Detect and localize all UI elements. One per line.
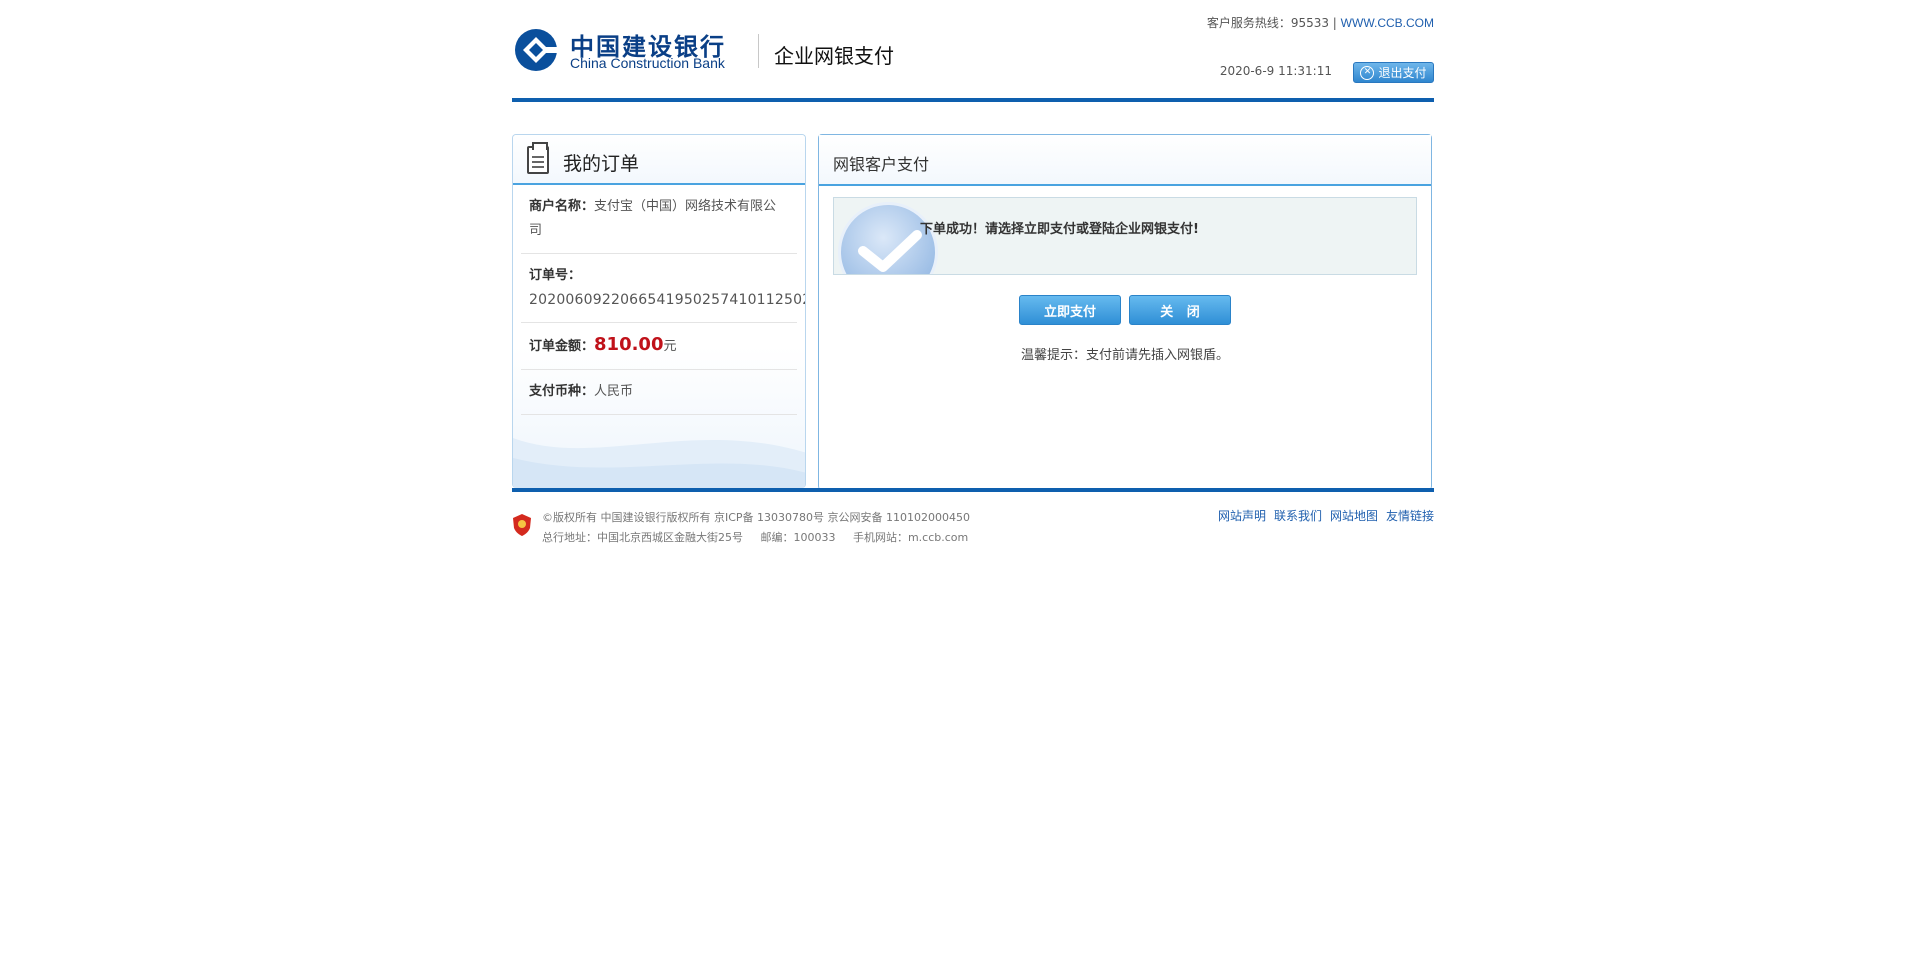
checkmark-icon <box>838 202 938 274</box>
footer-link-statement[interactable]: 网站声明 <box>1218 507 1266 524</box>
footer-link-contact[interactable]: 联系我们 <box>1274 507 1322 524</box>
order-panel-title: 我的订单 <box>563 153 640 175</box>
payment-tip: 温馨提示：支付前请先插入网银盾。 <box>1020 348 1229 363</box>
current-datetime: 2020-6-9 11:31:11 <box>1219 64 1332 78</box>
amount-unit: 元 <box>663 339 677 354</box>
address-text: 总行地址：中国北京西城区金融大街25号 邮编：100033 手机网站：m.ccb… <box>542 531 969 544</box>
amount-value: 810.00 <box>594 334 664 355</box>
success-message-box: 下单成功！请选择立即支付或登陆企业网银支付! <box>833 197 1417 275</box>
exit-payment-button[interactable]: ✕ 退出支付 <box>1353 62 1434 83</box>
footer-link-sitemap[interactable]: 网站地图 <box>1330 507 1378 524</box>
amount-row: 订单金额：810.00元 <box>521 323 797 370</box>
amount-label: 订单金额： <box>529 339 595 354</box>
decorative-wave <box>513 438 805 488</box>
order-panel: 我的订单 商户名称：支付宝（中国）网络技术有限公司 订单号： 202006092… <box>512 134 806 488</box>
website-link[interactable]: WWW.CCB.COM <box>1341 16 1434 30</box>
footer-links: 网站声明 联系我们 网站地图 友情链接 <box>1218 507 1434 524</box>
copyright-text: ©版权所有 中国建设银行版权所有 京ICP备 13030780号 京公网安备 1… <box>542 511 971 524</box>
page-footer: ©版权所有 中国建设银行版权所有 京ICP备 13030780号 京公网安备 1… <box>512 505 1434 545</box>
header-divider <box>512 98 1434 102</box>
hotline-info: 客户服务热线：95533 | WWW.CCB.COM <box>1207 14 1434 31</box>
close-circle-icon: ✕ <box>1360 65 1375 80</box>
merchant-label: 商户名称： <box>529 199 595 214</box>
payment-panel-header: 网银客户支付 <box>819 135 1431 186</box>
logo-divider <box>758 34 759 68</box>
page-subtitle: 企业网银支付 <box>774 44 894 68</box>
currency-label: 支付币种： <box>529 384 595 399</box>
bank-name-en: China Construction Bank <box>570 55 725 71</box>
hotline-label: 客户服务热线：95533 | <box>1206 16 1341 30</box>
content-divider <box>512 488 1434 492</box>
footer-link-friends[interactable]: 友情链接 <box>1386 507 1434 524</box>
ccb-logo[interactable]: 中国建设银行 China Construction Bank <box>514 25 754 75</box>
police-badge-icon[interactable] <box>512 513 532 537</box>
ccb-logo-icon <box>515 29 558 71</box>
action-buttons: 立即支付 关 闭 <box>819 295 1431 325</box>
success-message: 下单成功！请选择立即支付或登陆企业网银支付! <box>920 222 1199 237</box>
merchant-row: 商户名称：支付宝（中国）网络技术有限公司 <box>521 185 797 254</box>
order-number-row: 订单号： 2020060922066541950257410112502 <box>521 254 806 323</box>
payment-panel-title: 网银客户支付 <box>833 155 930 174</box>
currency-value: 人民币 <box>594 384 634 399</box>
pay-now-button[interactable]: 立即支付 <box>1019 295 1121 325</box>
exit-payment-label: 退出支付 <box>1378 66 1427 80</box>
payment-panel: 网银客户支付 下单成功！请选择立即支付或登陆企业网银支付! 立即支付 关 闭 温… <box>818 134 1432 490</box>
page-header: 中国建设银行 China Construction Bank 企业网银支付 客户… <box>512 0 1434 103</box>
clipboard-icon <box>527 142 549 174</box>
close-button[interactable]: 关 闭 <box>1129 295 1231 325</box>
order-number-label: 订单号： <box>529 268 582 283</box>
order-panel-header: 我的订单 <box>513 135 805 185</box>
order-number-value: 2020060922066541950257410112502 <box>529 292 806 308</box>
